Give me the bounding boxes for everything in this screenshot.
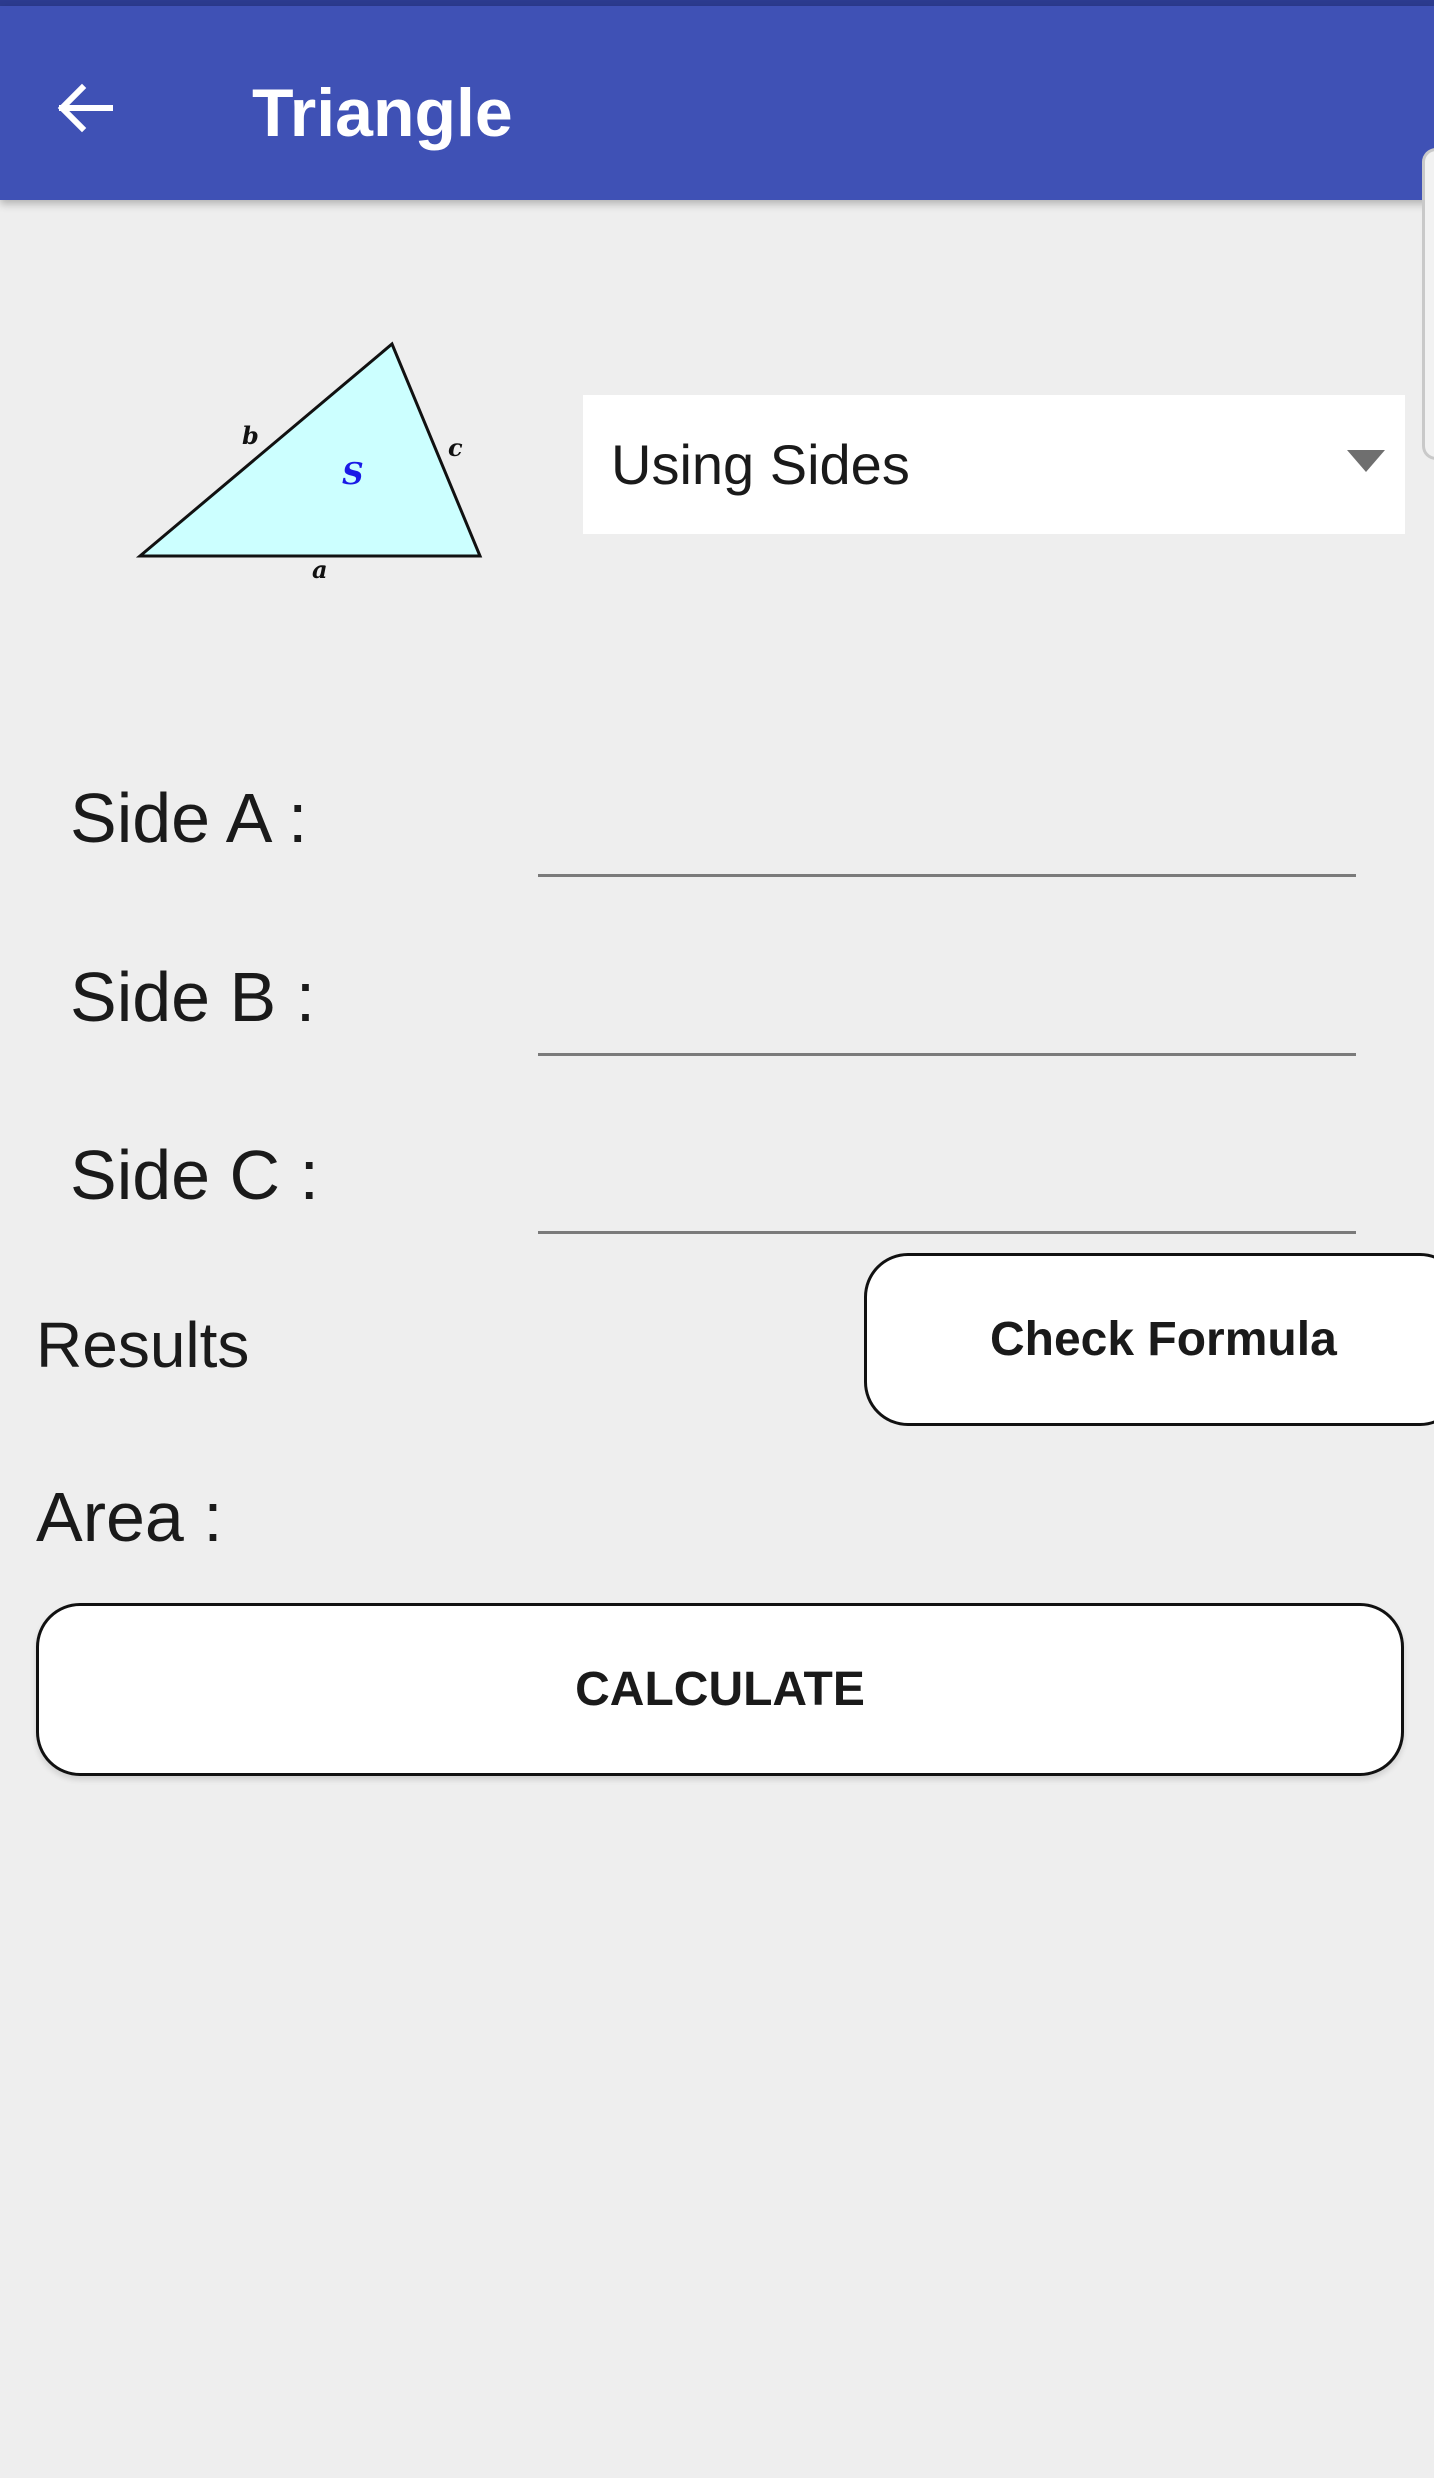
side-c-label-text: Side C : bbox=[70, 1136, 319, 1214]
side-a-input[interactable] bbox=[538, 787, 1356, 877]
arrow-back-icon bbox=[57, 83, 113, 133]
mode-dropdown-value: Using Sides bbox=[611, 433, 910, 496]
calculate-button[interactable]: CALCULATE bbox=[36, 1603, 1404, 1776]
mode-dropdown[interactable]: Using Sides bbox=[583, 395, 1405, 534]
area-result-label: Area : bbox=[36, 1478, 223, 1556]
side-c-label: c bbox=[448, 433, 463, 462]
area-symbol: S bbox=[342, 457, 364, 492]
results-heading: Results bbox=[36, 1309, 250, 1381]
side-a-label: a bbox=[312, 555, 328, 584]
triangle-diagram: b c a S bbox=[135, 341, 483, 584]
back-button[interactable] bbox=[44, 68, 124, 148]
dropdown-arrow-icon bbox=[1347, 450, 1385, 472]
side-a-label-text: Side A : bbox=[70, 779, 308, 857]
side-c-input[interactable] bbox=[538, 1144, 1356, 1234]
side-b-label: b bbox=[242, 421, 259, 450]
triangle-shape bbox=[135, 341, 483, 558]
side-b-input[interactable] bbox=[538, 966, 1356, 1056]
page-title: Triangle bbox=[252, 75, 513, 151]
edge-panel-handle[interactable] bbox=[1422, 148, 1434, 460]
app-bar: Triangle bbox=[0, 6, 1434, 200]
check-formula-button[interactable]: Check Formula bbox=[864, 1253, 1434, 1426]
side-b-label-text: Side B : bbox=[70, 958, 316, 1036]
